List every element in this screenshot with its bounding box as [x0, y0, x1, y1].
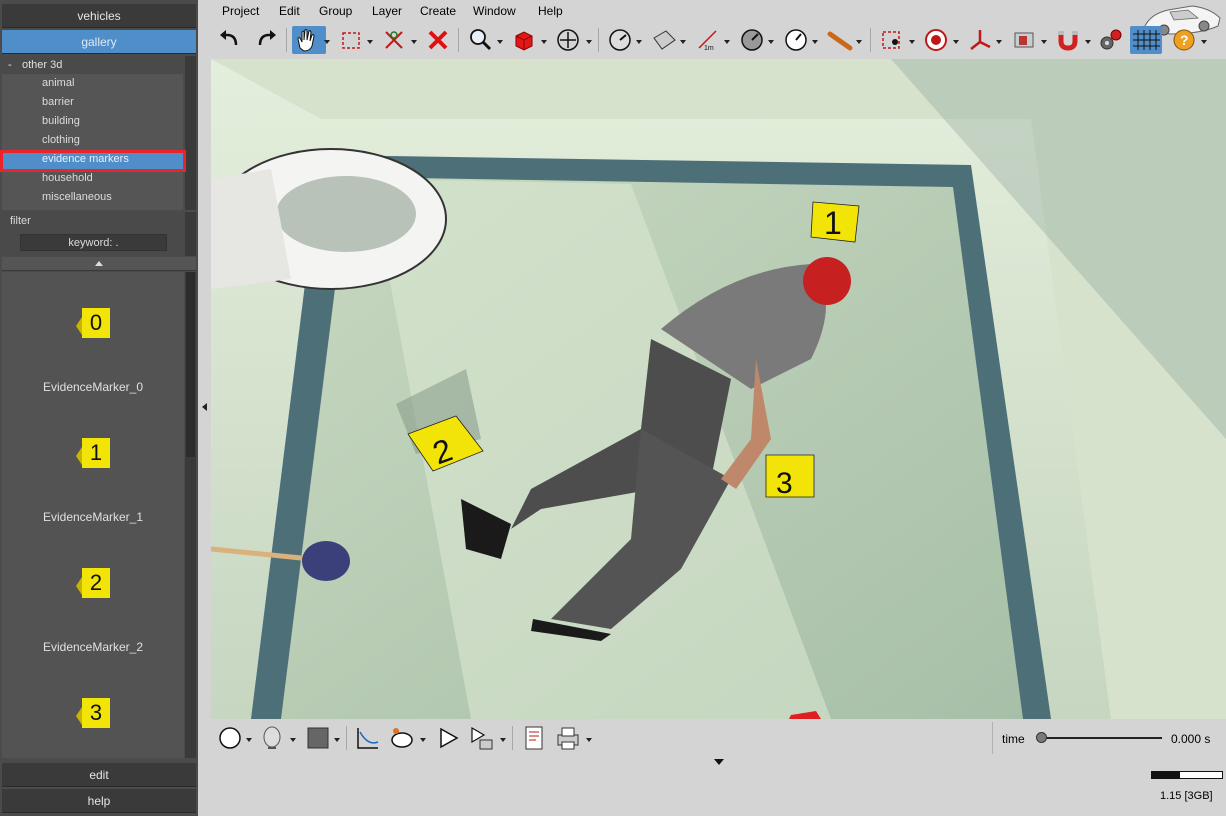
gallery-item[interactable]: 3: [2, 662, 184, 758]
menu-layer[interactable]: Layer: [372, 4, 402, 18]
evidence-marker-icon: 3: [76, 698, 114, 728]
evidence-marker-icon: 0: [76, 308, 114, 338]
tree-item-building[interactable]: building: [2, 112, 183, 131]
circle-measure-icon[interactable]: [782, 26, 810, 54]
svg-text:1m: 1m: [704, 45, 714, 52]
zoom-icon[interactable]: [466, 26, 494, 54]
category-tree: - other 3d animal barrier building clothi…: [2, 56, 183, 210]
vehicles-tab[interactable]: vehicles: [2, 4, 196, 28]
tree-scrollbar[interactable]: [185, 56, 196, 210]
time-label: time: [1002, 732, 1025, 746]
print-icon[interactable]: [554, 724, 582, 752]
chevron-down-icon[interactable]: [714, 759, 724, 765]
grid-icon[interactable]: [1130, 26, 1162, 54]
menu-help[interactable]: Help: [538, 4, 563, 18]
time-slider[interactable]: [1042, 737, 1162, 739]
tree-item-barrier[interactable]: barrier: [2, 93, 183, 112]
time-value: 0.000 s: [1171, 732, 1211, 746]
delete-icon[interactable]: [424, 26, 452, 54]
keyword-input[interactable]: keyword: .: [20, 234, 167, 251]
evidence-marker-icon: 2: [76, 568, 114, 598]
marker-number: 1: [82, 438, 110, 468]
gallery-item[interactable]: 0 EvidenceMarker_0: [2, 272, 184, 402]
menu-create[interactable]: Create: [420, 4, 456, 18]
texture-icon[interactable]: [1010, 26, 1038, 54]
marker-1-label: 1: [824, 205, 842, 241]
tree-root-label: other 3d: [22, 59, 63, 71]
left-panel: vehicles gallery - other 3d animal barrie…: [0, 0, 198, 816]
gallery-item-name: EvidenceMarker_2: [42, 640, 144, 654]
curve-icon[interactable]: [354, 724, 382, 752]
play-icon[interactable]: [434, 724, 462, 752]
help-icon[interactable]: ?: [1170, 26, 1198, 54]
marker-number: 0: [82, 308, 110, 338]
gallery-tab[interactable]: gallery: [2, 30, 196, 54]
redo-icon[interactable]: [252, 26, 280, 54]
chevron-up-icon: [95, 261, 103, 266]
pipe-icon[interactable]: [826, 26, 854, 54]
filter-area: filter keyword: .: [2, 212, 196, 256]
gallery-list: 0 EvidenceMarker_0 1 EvidenceMarker_1 2 …: [2, 272, 184, 758]
tree-item-miscellaneous[interactable]: miscellaneous: [2, 188, 183, 207]
collapse-toggle[interactable]: -: [8, 56, 22, 74]
edit-tab[interactable]: edit: [2, 763, 196, 787]
head-icon[interactable]: [258, 724, 286, 752]
gallery-item[interactable]: 2 EvidenceMarker_2: [2, 532, 184, 662]
time-slider-knob[interactable]: [1036, 732, 1047, 743]
marker-3-label: 3: [776, 467, 793, 500]
svg-text:?: ?: [1180, 32, 1189, 48]
tree-item-clothing[interactable]: clothing: [2, 131, 183, 150]
color-square-icon[interactable]: [304, 724, 332, 752]
scene-render[interactable]: 1 2 3: [211, 59, 1226, 719]
panel-splitter[interactable]: [198, 0, 210, 816]
gallery-item-name: EvidenceMarker_0: [42, 380, 144, 394]
evidence-marker-icon: 1: [76, 438, 114, 468]
menu-bar: Project Edit Group Layer Create Window H…: [210, 0, 1226, 36]
scrollbar-thumb[interactable]: [186, 272, 195, 457]
tree-root-other-3d[interactable]: - other 3d: [2, 56, 183, 74]
3d-viewport[interactable]: 1 2 3: [211, 59, 1226, 719]
collapse-row[interactable]: [2, 257, 196, 271]
gauge-icon[interactable]: [738, 26, 766, 54]
pan-hand-icon[interactable]: [292, 26, 326, 54]
move-icon[interactable]: [554, 26, 582, 54]
menu-window[interactable]: Window: [473, 4, 516, 18]
memory-usage-bar: [1151, 771, 1223, 779]
gallery-item[interactable]: 1 EvidenceMarker_1: [2, 402, 184, 532]
select-rectangle-icon[interactable]: [338, 26, 366, 54]
main-toolbar: 1m ?: [210, 22, 1226, 58]
target-icon[interactable]: [922, 26, 950, 54]
camera-icon[interactable]: [388, 724, 416, 752]
gallery-scrollbar[interactable]: [185, 272, 196, 758]
circle-icon[interactable]: [216, 724, 244, 752]
menu-group[interactable]: Group: [319, 4, 352, 18]
record-icon[interactable]: [878, 26, 906, 54]
filter-scrollbar[interactable]: [185, 212, 196, 256]
measure-angle-icon[interactable]: [606, 26, 634, 54]
magnet-icon[interactable]: [1054, 26, 1082, 54]
selection-highlight-box: [0, 150, 186, 172]
menu-edit[interactable]: Edit: [279, 4, 300, 18]
axis-icon[interactable]: [966, 26, 994, 54]
report-icon[interactable]: [520, 724, 548, 752]
box-3d-icon[interactable]: [510, 26, 538, 54]
help-tab[interactable]: help: [2, 789, 196, 813]
bottom-toolbar: time 0.000 s: [210, 720, 1226, 756]
marker-number: 3: [82, 698, 110, 728]
settings-icon[interactable]: [1096, 26, 1124, 54]
evidence-marker-3[interactable]: 3: [765, 454, 815, 500]
measure-distance-icon[interactable]: 1m: [694, 26, 722, 54]
filter-label: filter: [10, 215, 31, 227]
memory-label: 1.15 [3GB]: [1160, 790, 1213, 802]
sequence-icon[interactable]: [468, 724, 496, 752]
undo-icon[interactable]: [216, 26, 244, 54]
collapse-left-icon[interactable]: [202, 403, 207, 411]
marker-number: 2: [82, 568, 110, 598]
menu-project[interactable]: Project: [222, 4, 259, 18]
cut-icon[interactable]: [380, 26, 408, 54]
surface-icon[interactable]: [650, 26, 678, 54]
gallery-item-name: EvidenceMarker_1: [42, 510, 144, 524]
evidence-marker-1[interactable]: 1: [810, 201, 860, 243]
tree-item-animal[interactable]: animal: [2, 74, 183, 93]
